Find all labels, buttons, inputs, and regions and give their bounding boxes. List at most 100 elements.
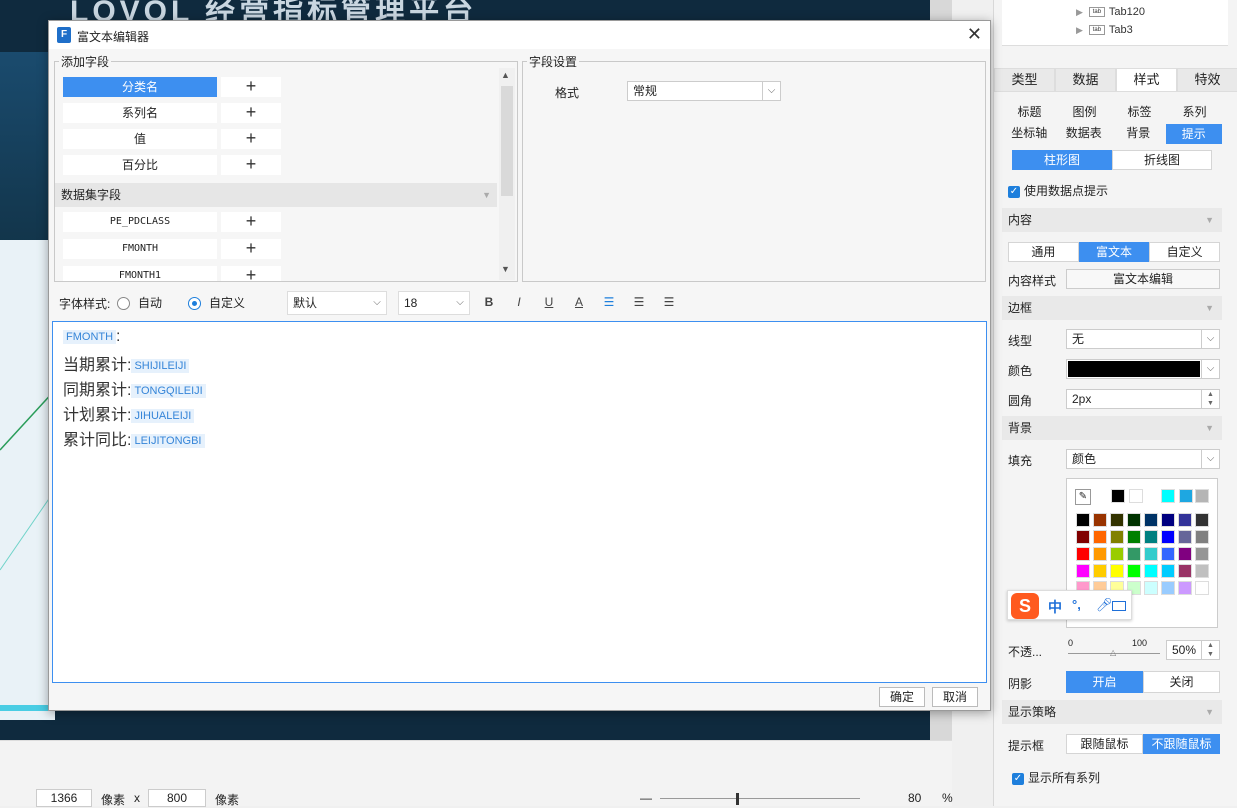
rich-text-edit-button[interactable]: 富文本编辑 bbox=[1066, 269, 1220, 289]
field-tag[interactable]: SHIJILEIJI bbox=[131, 358, 190, 373]
color-swatch[interactable] bbox=[1195, 547, 1209, 561]
add-field-button[interactable]: + bbox=[221, 212, 281, 232]
add-field-button[interactable]: + bbox=[221, 239, 281, 259]
shadow-on-button[interactable]: 开启 bbox=[1066, 671, 1143, 693]
subtab-background[interactable]: 背景 bbox=[1111, 124, 1166, 144]
color-swatch[interactable] bbox=[1093, 547, 1107, 561]
subtab-legend[interactable]: 图例 bbox=[1057, 103, 1112, 123]
microphone-icon[interactable]: 🎤︎ bbox=[1096, 597, 1113, 613]
dataset-field[interactable]: FMONTH1 bbox=[63, 266, 217, 281]
italic-icon[interactable]: I bbox=[508, 291, 530, 313]
color-swatch[interactable] bbox=[1195, 489, 1209, 503]
color-swatch[interactable] bbox=[1195, 581, 1209, 595]
field-tag[interactable]: TONGQILEIJI bbox=[131, 383, 206, 398]
scroll-down-icon[interactable]: ▼ bbox=[501, 264, 510, 274]
align-right-icon[interactable]: ☰ bbox=[658, 291, 680, 313]
scroll-thumb[interactable] bbox=[501, 86, 513, 196]
section-content[interactable]: 内容 ▼ bbox=[1002, 208, 1222, 232]
ime-punct-toggle[interactable]: °, bbox=[1072, 597, 1081, 612]
border-color-select[interactable]: ⌵ bbox=[1066, 359, 1220, 379]
align-left-icon[interactable]: ☰ bbox=[598, 291, 620, 313]
color-swatch[interactable] bbox=[1195, 530, 1209, 544]
color-swatch[interactable] bbox=[1110, 547, 1124, 561]
color-swatch[interactable] bbox=[1111, 489, 1125, 503]
tab-type[interactable]: 类型 bbox=[994, 68, 1055, 92]
tree-item[interactable]: ▶ tab Tab120 bbox=[1076, 6, 1145, 18]
subtab-title[interactable]: 标题 bbox=[1002, 103, 1057, 123]
add-field-button[interactable]: + bbox=[221, 129, 281, 149]
tab-general[interactable]: 通用 bbox=[1008, 242, 1079, 262]
color-swatch[interactable] bbox=[1161, 547, 1175, 561]
color-swatch[interactable] bbox=[1076, 513, 1090, 527]
field-series-name[interactable]: 系列名 bbox=[63, 103, 217, 123]
color-swatch[interactable] bbox=[1144, 547, 1158, 561]
stepper-arrows-icon[interactable]: ▲ ▼ bbox=[1201, 641, 1219, 659]
align-center-icon[interactable]: ☰ bbox=[628, 291, 650, 313]
color-swatch[interactable] bbox=[1144, 564, 1158, 578]
tab-custom[interactable]: 自定义 bbox=[1149, 242, 1221, 262]
color-swatch[interactable] bbox=[1144, 581, 1158, 595]
color-swatch[interactable] bbox=[1178, 513, 1192, 527]
follow-mouse-button[interactable]: 跟随鼠标 bbox=[1066, 734, 1143, 754]
scroll-up-icon[interactable]: ▲ bbox=[501, 70, 510, 80]
color-swatch[interactable] bbox=[1178, 530, 1192, 544]
color-swatch[interactable] bbox=[1076, 564, 1090, 578]
add-field-button[interactable]: + bbox=[221, 103, 281, 123]
ok-button[interactable]: 确定 bbox=[879, 687, 925, 707]
underline-icon[interactable]: U bbox=[538, 291, 560, 313]
not-follow-mouse-button[interactable]: 不跟随鼠标 bbox=[1143, 734, 1220, 754]
canvas-width-input[interactable]: 1366 bbox=[36, 789, 92, 807]
tab-effects[interactable]: 特效 bbox=[1177, 68, 1237, 92]
subtab-axis[interactable]: 坐标轴 bbox=[1002, 124, 1057, 144]
show-all-series-checkbox[interactable]: ✓ 显示所有系列 bbox=[1012, 769, 1100, 786]
color-swatch[interactable] bbox=[1161, 513, 1175, 527]
stepper-arrows-icon[interactable]: ▲ ▼ bbox=[1201, 390, 1219, 408]
color-swatch[interactable] bbox=[1144, 513, 1158, 527]
color-swatch[interactable] bbox=[1195, 564, 1209, 578]
add-field-button[interactable]: + bbox=[221, 77, 281, 97]
dataset-fields-header[interactable]: 数据集字段 ▼ bbox=[55, 183, 497, 207]
tab-bar-chart[interactable]: 柱形图 bbox=[1012, 150, 1112, 170]
line-type-select[interactable]: 无 ⌵ bbox=[1066, 329, 1220, 349]
font-size-select[interactable]: 18 ⌵ bbox=[398, 291, 470, 315]
color-swatch[interactable] bbox=[1127, 513, 1141, 527]
use-tooltip-checkbox[interactable]: ✓ 使用数据点提示 bbox=[1008, 182, 1108, 199]
color-swatch[interactable] bbox=[1076, 530, 1090, 544]
field-tag[interactable]: JIHUALEIJI bbox=[131, 408, 195, 423]
color-swatch[interactable] bbox=[1161, 530, 1175, 544]
subtab-tooltip[interactable]: 提示 bbox=[1165, 124, 1222, 144]
color-swatch[interactable] bbox=[1110, 513, 1124, 527]
zoom-out-button[interactable]: — bbox=[640, 791, 652, 805]
fill-select[interactable]: 颜色 ⌵ bbox=[1066, 449, 1220, 469]
color-swatch[interactable] bbox=[1127, 547, 1141, 561]
shadow-off-button[interactable]: 关闭 bbox=[1143, 671, 1220, 693]
field-category-name[interactable]: 分类名 bbox=[63, 77, 217, 97]
dataset-field[interactable]: PE_PDCLASS bbox=[63, 212, 217, 232]
color-swatch[interactable] bbox=[1179, 489, 1193, 503]
tab-line-chart[interactable]: 折线图 bbox=[1112, 150, 1212, 170]
section-background[interactable]: 背景 ▼ bbox=[1002, 416, 1222, 440]
cancel-button[interactable]: 取消 bbox=[932, 687, 978, 707]
color-swatch[interactable] bbox=[1178, 581, 1192, 595]
color-swatch[interactable] bbox=[1178, 564, 1192, 578]
keyboard-icon[interactable] bbox=[1112, 601, 1126, 611]
font-color-icon[interactable]: A bbox=[568, 291, 590, 313]
eyedropper-icon[interactable]: ✎ bbox=[1075, 489, 1091, 505]
custom-radio[interactable]: 自定义 bbox=[188, 294, 245, 311]
ime-logo-icon[interactable]: S bbox=[1011, 593, 1039, 619]
field-list-scrollbar[interactable]: ▲ ▼ bbox=[499, 68, 515, 280]
field-value[interactable]: 值 bbox=[63, 129, 217, 149]
opacity-input[interactable]: 50% ▲ ▼ bbox=[1166, 640, 1220, 660]
opacity-slider-handle[interactable]: △ bbox=[1110, 648, 1118, 657]
color-swatch[interactable] bbox=[1161, 581, 1175, 595]
close-icon[interactable]: ✕ bbox=[967, 24, 982, 45]
tab-rich-text[interactable]: 富文本 bbox=[1078, 242, 1150, 262]
ime-mode-toggle[interactable]: 中 bbox=[1048, 597, 1062, 617]
color-swatch[interactable] bbox=[1093, 513, 1107, 527]
field-tag[interactable]: LEIJITONGBI bbox=[131, 433, 205, 448]
color-swatch[interactable] bbox=[1076, 547, 1090, 561]
bold-icon[interactable]: B bbox=[478, 291, 500, 313]
color-swatch[interactable] bbox=[1161, 489, 1175, 503]
canvas-height-input[interactable]: 800 bbox=[148, 789, 206, 807]
add-field-button[interactable]: + bbox=[221, 266, 281, 281]
